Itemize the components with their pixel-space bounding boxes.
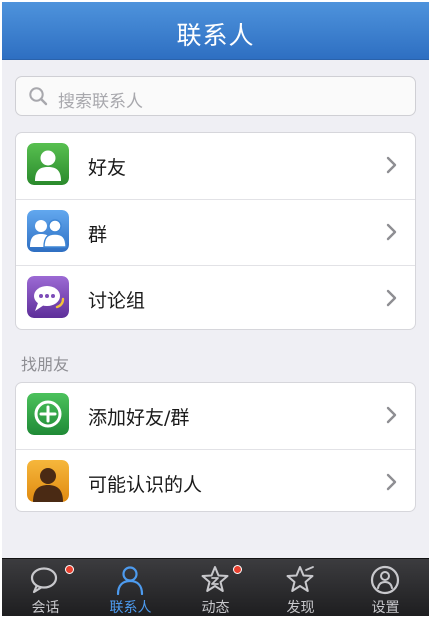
tab-settings[interactable]: 设置: [343, 559, 428, 616]
list-item-add-friend[interactable]: 添加好友/群: [16, 383, 415, 448]
nav-header: 联系人: [2, 2, 429, 60]
chevron-right-icon: [386, 223, 397, 241]
search-icon: [29, 87, 48, 106]
tab-bar: 会话 联系人 动态 发现 设置: [2, 558, 429, 616]
tab-messages[interactable]: 会话: [3, 559, 88, 616]
list-item-label: 添加好友/群: [88, 407, 190, 429]
chat-bubble-icon: [30, 567, 58, 594]
friend-avatar-icon: [27, 143, 69, 185]
list-item-discussion[interactable]: 讨论组: [16, 265, 415, 329]
add-circle-icon: [27, 393, 69, 435]
list-item-label: 群: [88, 224, 108, 246]
group-avatar-icon: [27, 210, 69, 252]
discover-star-icon: [286, 566, 314, 592]
screen: 联系人 搜索联系人 好友 群 讨论组 找朋友 添加好友/群 可能认识的人 会话 …: [2, 2, 429, 616]
star-icon: [201, 566, 229, 592]
person-icon: [116, 566, 144, 595]
tab-discover[interactable]: 发现: [258, 559, 343, 616]
tab-label: 发现: [286, 600, 315, 616]
list-item-label: 可能认识的人: [88, 474, 203, 496]
discussion-chat-icon: [27, 276, 69, 318]
search-input[interactable]: 搜索联系人: [15, 76, 416, 116]
list-item-people-you-may-know[interactable]: 可能认识的人: [16, 449, 415, 511]
notification-badge: [233, 565, 242, 574]
tab-label: 设置: [371, 600, 400, 616]
tab-feed[interactable]: 动态: [173, 559, 258, 616]
find-friends-list: 添加好友/群 可能认识的人: [15, 382, 416, 512]
list-item-groups[interactable]: 群: [16, 199, 415, 264]
chevron-right-icon: [386, 406, 397, 424]
page-title: 联系人: [176, 21, 255, 50]
tab-label: 联系人: [109, 600, 152, 616]
search-placeholder: 搜索联系人: [58, 92, 143, 112]
list-item-label: 好友: [88, 157, 127, 179]
chevron-right-icon: [386, 473, 397, 491]
tab-contacts[interactable]: 联系人: [88, 559, 173, 616]
phone-frame: 联系人 搜索联系人 好友 群 讨论组 找朋友 添加好友/群 可能认识的人 会话 …: [0, 0, 431, 618]
contact-groups-list: 好友 群 讨论组: [15, 132, 416, 330]
tab-label: 会话: [31, 600, 60, 616]
person-silhouette-icon: [27, 460, 69, 502]
tab-label: 动态: [201, 600, 230, 616]
settings-person-icon: [370, 565, 400, 595]
list-item-friends[interactable]: 好友: [16, 133, 415, 198]
chevron-right-icon: [386, 156, 397, 174]
section-header-find-friends: 找朋友: [21, 355, 70, 374]
notification-badge: [65, 565, 74, 574]
chevron-right-icon: [386, 289, 397, 307]
list-item-label: 讨论组: [88, 290, 146, 312]
